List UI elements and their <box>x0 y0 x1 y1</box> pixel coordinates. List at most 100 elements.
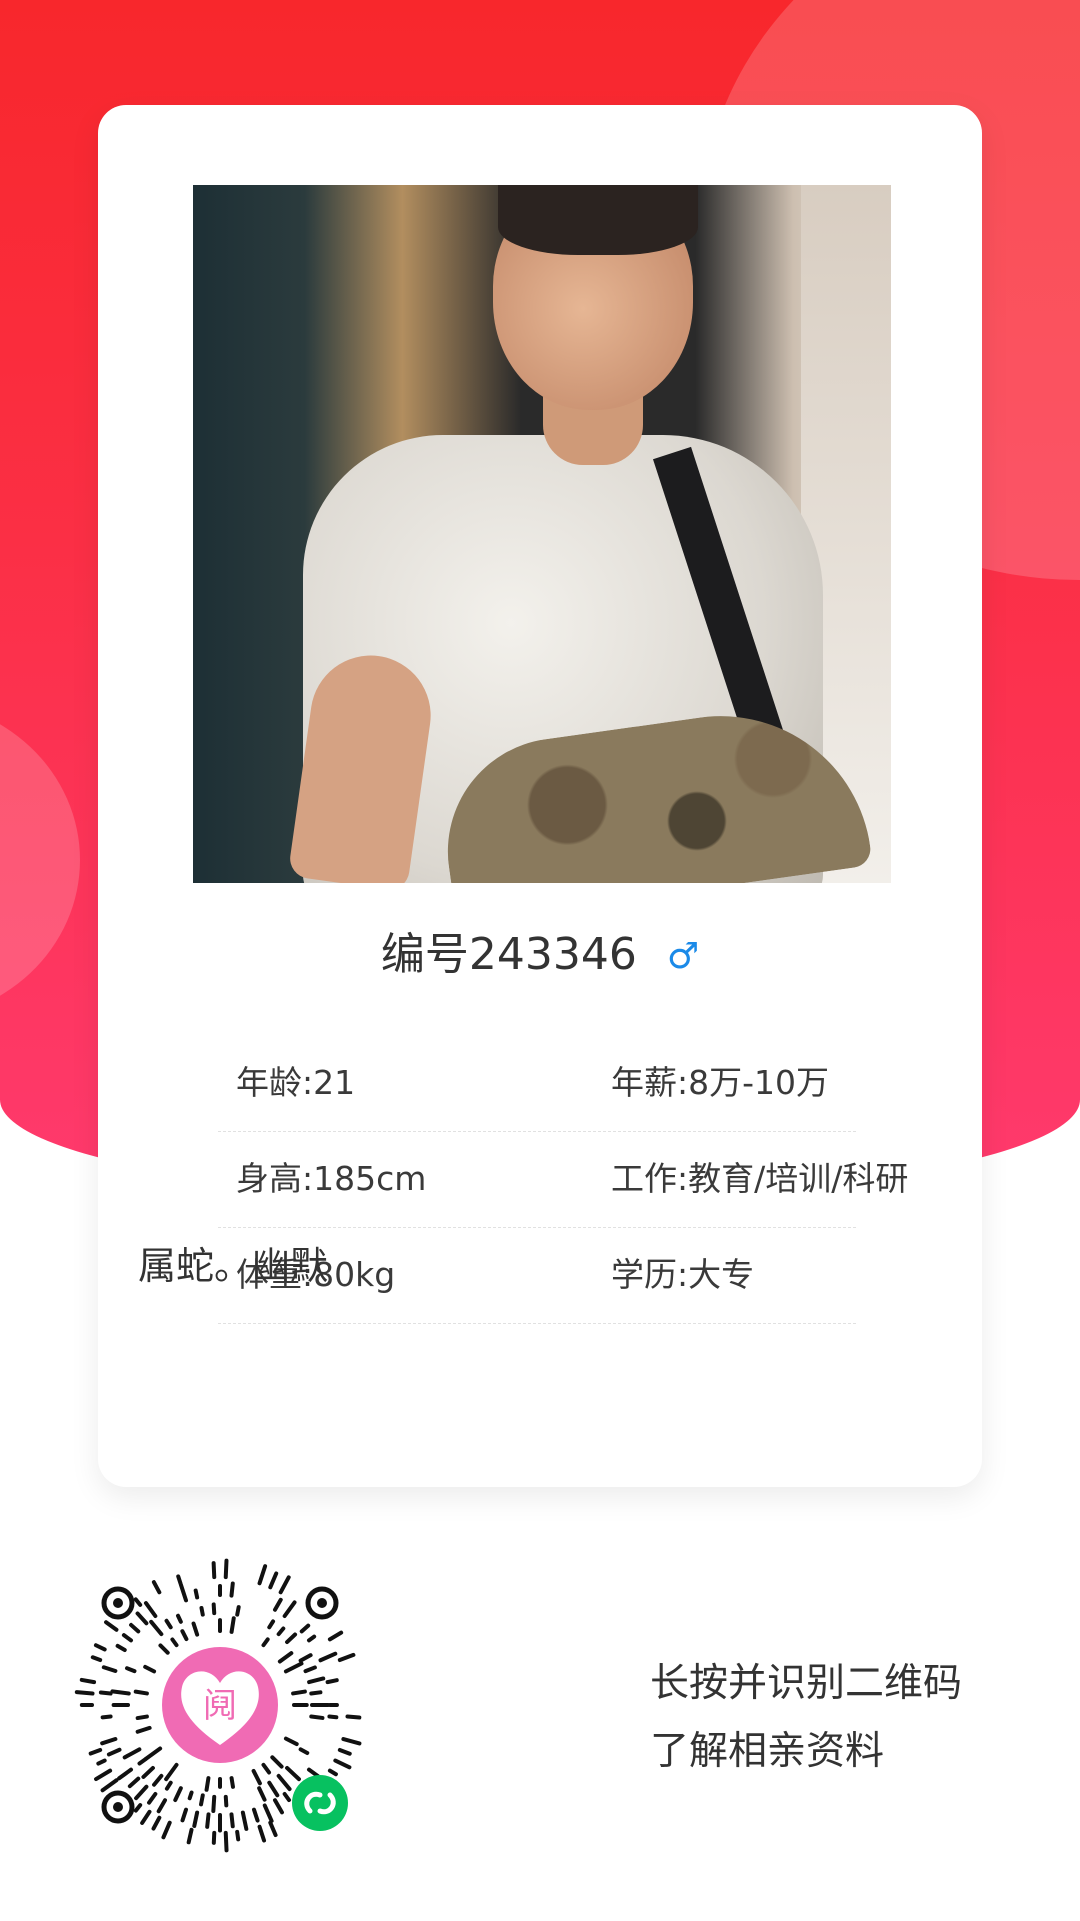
qr-dash <box>96 1758 107 1766</box>
qr-dash <box>144 1746 163 1761</box>
qr-dash <box>268 1820 278 1838</box>
qr-dash <box>235 1829 241 1842</box>
qr-dash <box>135 1714 149 1721</box>
qr-dash <box>318 1651 338 1663</box>
qr-dash <box>187 1790 194 1801</box>
qr-dash <box>100 1714 113 1720</box>
qr-dash <box>257 1786 267 1802</box>
qr-dash <box>121 1633 134 1643</box>
qr-dash <box>327 1768 338 1777</box>
qr-dash <box>133 1689 149 1696</box>
qr-dash <box>337 1652 356 1663</box>
qr-dash <box>193 1588 200 1600</box>
mini-program-qr-code[interactable]: 阋 <box>70 1555 370 1855</box>
qr-dash <box>143 1601 158 1619</box>
qr-dash <box>192 1810 200 1828</box>
qr-dash <box>303 1665 317 1674</box>
qr-dash <box>235 1605 241 1617</box>
qr-dash <box>283 1661 304 1674</box>
qr-dash <box>285 1765 301 1782</box>
qr-dash <box>161 1820 172 1840</box>
qr-dash <box>283 1736 299 1747</box>
qr-dash <box>151 1815 162 1831</box>
qr-dash <box>262 1803 274 1823</box>
qr-dash <box>229 1616 236 1634</box>
qr-dash <box>115 1643 127 1652</box>
qr-dash <box>251 1768 262 1786</box>
qr-dash <box>333 1758 352 1770</box>
qr-dash <box>170 1637 179 1648</box>
qr-dash <box>251 1807 260 1823</box>
qr-finder-top-right <box>305 1586 339 1620</box>
qr-dash <box>135 1725 152 1734</box>
qr-dash <box>88 1747 103 1756</box>
qr-dash <box>345 1714 362 1720</box>
qr-dash <box>270 1755 284 1769</box>
qr-dash <box>158 1643 170 1655</box>
qr-dash <box>306 1634 317 1643</box>
qr-dash <box>229 1812 235 1829</box>
education-label: 学历:大专 <box>611 1255 755 1294</box>
qr-dash <box>122 1747 142 1760</box>
qr-dash <box>261 1637 270 1648</box>
qr-dash <box>180 1807 189 1823</box>
qr-dash <box>156 1798 167 1814</box>
qr-dash <box>278 1575 291 1595</box>
qr-dash <box>176 1574 183 1586</box>
profile-id: 编号243346 <box>380 929 637 980</box>
qr-dash <box>229 1581 235 1598</box>
qr-finder-top-left <box>101 1586 135 1620</box>
qr-dash <box>276 1773 292 1792</box>
qr-dash <box>268 1571 279 1590</box>
qr-dash <box>178 1582 189 1603</box>
qr-dash <box>223 1830 229 1853</box>
decorative-blob-left <box>0 700 80 1020</box>
qr-dash <box>180 1629 189 1642</box>
qr-dash <box>211 1561 217 1580</box>
photo-hair <box>498 185 698 255</box>
qr-dash <box>211 1794 217 1814</box>
qr-dash <box>309 1714 325 1720</box>
qr-dash <box>151 1580 162 1595</box>
qr-hint: 长按并识别二维码 了解相亲资料 <box>650 1650 962 1786</box>
qr-dash <box>164 1762 179 1782</box>
salary-label: 年薪:8万-10万 <box>611 1063 830 1102</box>
qr-dash <box>164 1618 173 1630</box>
qr-dash <box>267 1780 280 1798</box>
qr-dash <box>291 1689 307 1696</box>
qr-dash <box>133 1597 143 1607</box>
qr-dash <box>327 1630 344 1642</box>
qr-dash <box>327 1714 339 1720</box>
qr-dash <box>140 1809 152 1825</box>
qr-dash <box>240 1810 249 1831</box>
job-label: 工作:教育/培训/科研 <box>611 1159 909 1198</box>
qr-dash <box>135 1611 149 1626</box>
qr-dash <box>90 1655 103 1663</box>
qr-dash <box>147 1791 158 1805</box>
qr-dash <box>299 1623 311 1634</box>
qr-dash <box>204 1776 211 1792</box>
qr-hint-line1: 长按并识别二维码 <box>650 1661 963 1706</box>
qr-dash <box>298 1747 310 1755</box>
qr-dash <box>134 1784 149 1801</box>
qr-dash <box>100 1778 119 1793</box>
qr-dash <box>106 1747 122 1757</box>
qr-dash <box>223 1794 229 1808</box>
qr-center-glyph: 阋 <box>203 1686 237 1726</box>
qr-dash <box>261 1762 272 1775</box>
qr-dash <box>164 1780 173 1791</box>
qr-dash <box>186 1827 194 1845</box>
profile-description: 属蛇。幽默 <box>138 1244 329 1288</box>
qr-dash <box>325 1678 339 1685</box>
qr-dash <box>94 1768 113 1782</box>
qr-dash <box>211 1602 217 1616</box>
qr-dash <box>223 1558 229 1580</box>
qr-dash <box>127 1776 141 1789</box>
qr-dash <box>191 1621 200 1637</box>
qr-finder-bottom-left <box>101 1790 135 1824</box>
qr-dash <box>307 1676 326 1685</box>
qr-dash <box>199 1605 205 1617</box>
qr-dash <box>341 1737 362 1746</box>
qr-dash <box>309 1690 323 1696</box>
qr-dash <box>229 1776 235 1789</box>
